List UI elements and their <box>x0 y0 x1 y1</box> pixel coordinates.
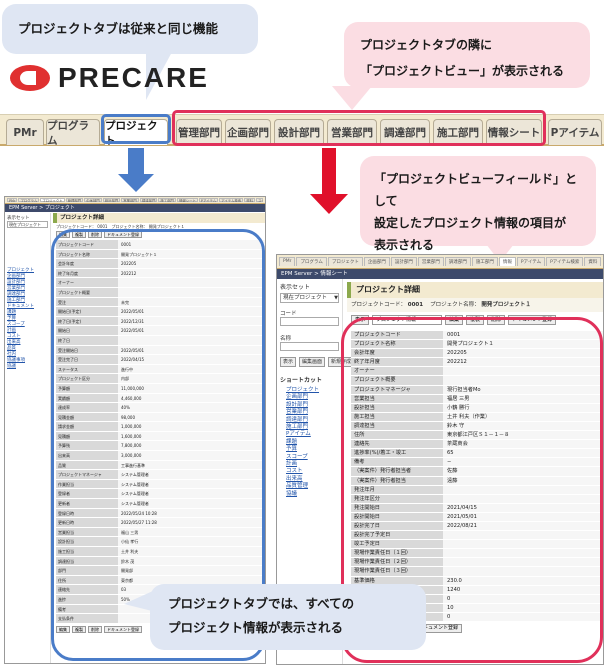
mini-tab[interactable]: Pアイテム <box>198 198 219 202</box>
mini-tab[interactable]: プロジェクト <box>327 257 363 266</box>
code-input[interactable] <box>280 317 339 326</box>
shortcut-link[interactable]: 協議 <box>7 364 48 370</box>
blue-arrow-head <box>118 174 154 192</box>
shortcut-link[interactable]: 予算 <box>280 446 339 453</box>
display-set-select[interactable]: 現在プロジェクト ▼ <box>280 293 339 303</box>
shortcut-link[interactable]: 営業部門 <box>280 409 339 416</box>
mini-tab[interactable]: 施工部門 <box>471 257 498 266</box>
mini-tab[interactable]: 営業部門 <box>417 257 444 266</box>
mini-tab-bar: PMr プログラム プロジェクト 管理部門 企画部門 設計部門 営業部門 調達部門 施工部門 情報… <box>5 197 265 204</box>
callout-project-tab-same: プロジェクトタブは従来と同じ機能 <box>2 4 258 54</box>
mini-tab[interactable]: 管理部門 <box>65 198 84 202</box>
shortcut-link[interactable]: 企画部門 <box>280 394 339 401</box>
breadcrumb: EPM Server > プロジェクト <box>5 204 265 212</box>
mini-tab[interactable]: Pアイテム <box>516 257 546 266</box>
highlight-project-tab <box>101 114 171 144</box>
precare-logo: PRECARE <box>10 62 209 94</box>
mini-tab[interactable]: 施工部門 <box>158 198 176 202</box>
mini-tab[interactable]: 調達部門 <box>139 198 158 202</box>
mini-tab[interactable]: アイテム検索 <box>219 198 244 202</box>
red-arrow-head <box>310 194 348 214</box>
shortcut-link[interactable]: 調達部門 <box>280 417 339 424</box>
mini-tab[interactable]: 資料 <box>584 257 601 266</box>
blue-down-arrow-icon <box>128 148 144 176</box>
shortcut-links: プロジェクト 企画部門 設計部門 営業部門 調達部門 施工部門 Pアイテム 課題 予算 スコープ計… <box>280 387 339 498</box>
mini-tab[interactable]: プロジェクト <box>40 198 65 202</box>
display-set-select[interactable]: 現在プロジェクト <box>7 221 48 228</box>
name-input[interactable] <box>280 342 339 351</box>
shortcut-link[interactable]: 協議 <box>280 491 339 498</box>
tab-p-item[interactable]: Pアイテム <box>548 119 602 145</box>
mini-tab[interactable]: 企画部門 <box>363 257 390 266</box>
page-title: プロジェクト詳細 <box>53 213 265 223</box>
mini-tab-bar: PMr プログラム プロジェクト 企画部門 設計部門 営業部門 調達部門 施工部門 情報 Pアイテ… <box>277 255 603 269</box>
sidebar-button[interactable]: 表示 <box>280 357 297 367</box>
mini-tab[interactable]: 調達部門 <box>444 257 471 266</box>
chevron-down-icon: ▼ <box>334 295 338 301</box>
mini-tab[interactable]: 企画部門 <box>84 198 102 202</box>
shortcut-links: プロジェクト 企画部門 設計部門 営業部門 調達部門 施工部門 ドキュメント 課題 予算 スコープ… <box>7 268 48 370</box>
callout-project-view-added: プロジェクトタブの隣に 「プロジェクトビュー」が表示される <box>344 22 590 88</box>
mini-tab[interactable]: プログラム <box>18 198 40 202</box>
mini-tab[interactable]: 情報シート <box>176 198 198 202</box>
project-meta: プロジェクトコード： 0001 プロジェクト名称： 開発プロジェクト１ <box>347 298 603 312</box>
shortcut-link[interactable]: スコープ <box>280 454 339 461</box>
mini-tab[interactable]: スケジュール <box>255 198 263 202</box>
mini-tab[interactable]: 営業部門 <box>121 198 139 202</box>
mini-tab[interactable]: PMr <box>7 198 18 202</box>
highlight-project-view-tabs <box>172 110 546 146</box>
shortcut-link[interactable]: 品質管理 <box>280 483 339 490</box>
page-title: プロジェクト詳細 <box>347 282 603 298</box>
mini-tab[interactable]: Pアイテム検索 <box>546 257 584 266</box>
tab-pmr[interactable]: PMr <box>6 119 44 145</box>
red-down-arrow-icon <box>322 148 336 196</box>
mini-tab[interactable]: 資料 <box>244 198 255 202</box>
shortcut-link[interactable]: Pアイテム <box>280 431 339 438</box>
tab-program[interactable]: プログラム <box>46 119 100 147</box>
mini-tab[interactable]: PMr <box>279 257 296 266</box>
mini-tab[interactable]: 設計部門 <box>102 198 121 202</box>
mini-tab[interactable]: プログラム <box>296 257 327 266</box>
callout-tail <box>332 86 372 110</box>
mini-tab[interactable]: 情報 <box>498 257 516 266</box>
mini-tab[interactable]: 設計部門 <box>390 257 417 266</box>
shortcut-link[interactable]: コスト <box>280 468 339 475</box>
breadcrumb: EPM Server > 情報シート <box>277 269 603 279</box>
sidebar-button[interactable]: 編集画面 <box>299 357 326 367</box>
left-sidebar: 表示セット 現在プロジェクト プロジェクト 企画部門 設計部門 営業部門 調達部門 施工部… <box>5 213 51 663</box>
logo-mark-icon <box>10 65 50 91</box>
callout-all-project-info: プロジェクトタブでは、すべての プロジェクト情報が表示される <box>150 584 426 650</box>
callout-project-view-fields: 「プロジェクトビューフィールド」として 設定したプロジェクト情報の項目が 表示さ… <box>360 156 596 252</box>
